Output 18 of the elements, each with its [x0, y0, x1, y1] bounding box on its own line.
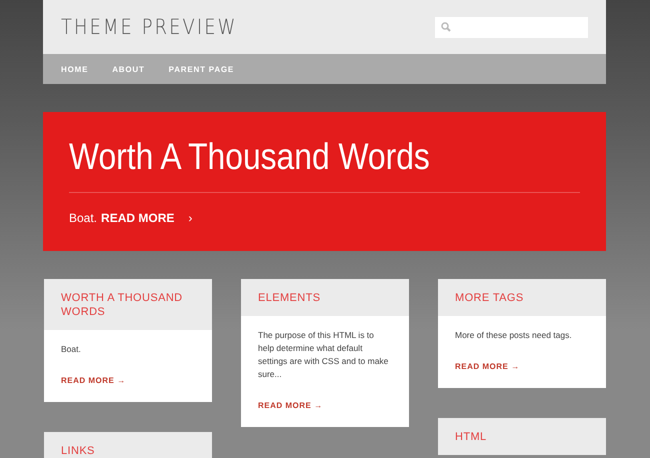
read-more-link[interactable]: READ MORE →	[61, 376, 126, 385]
card-title: WORTH A THOUSAND WORDS	[44, 279, 212, 330]
hero-title: Worth A Thousand Words	[69, 135, 431, 179]
card-excerpt: Boat.	[61, 343, 82, 356]
read-more-link[interactable]: READ MORE →	[455, 362, 520, 371]
search-field[interactable]	[435, 16, 588, 38]
hero-excerpt: Boat.	[69, 211, 98, 225]
card-excerpt: More of these posts need tags.	[455, 329, 573, 342]
search-icon	[441, 22, 451, 32]
site-title: THEME PREVIEW	[61, 15, 238, 39]
read-more-link[interactable]: READ MORE	[101, 211, 174, 225]
chevron-icon: ›	[188, 211, 192, 225]
read-more-link[interactable]: READ MORE →	[258, 401, 323, 410]
card-title: MORE TAGS	[438, 279, 606, 316]
card-title: LINKS	[44, 432, 212, 458]
card-excerpt: The purpose of this HTML is to help determine what default settings are with CSS and to make sure...	[258, 329, 390, 381]
card-title: HTML	[438, 418, 606, 455]
card-title: ELEMENTS	[241, 279, 409, 316]
